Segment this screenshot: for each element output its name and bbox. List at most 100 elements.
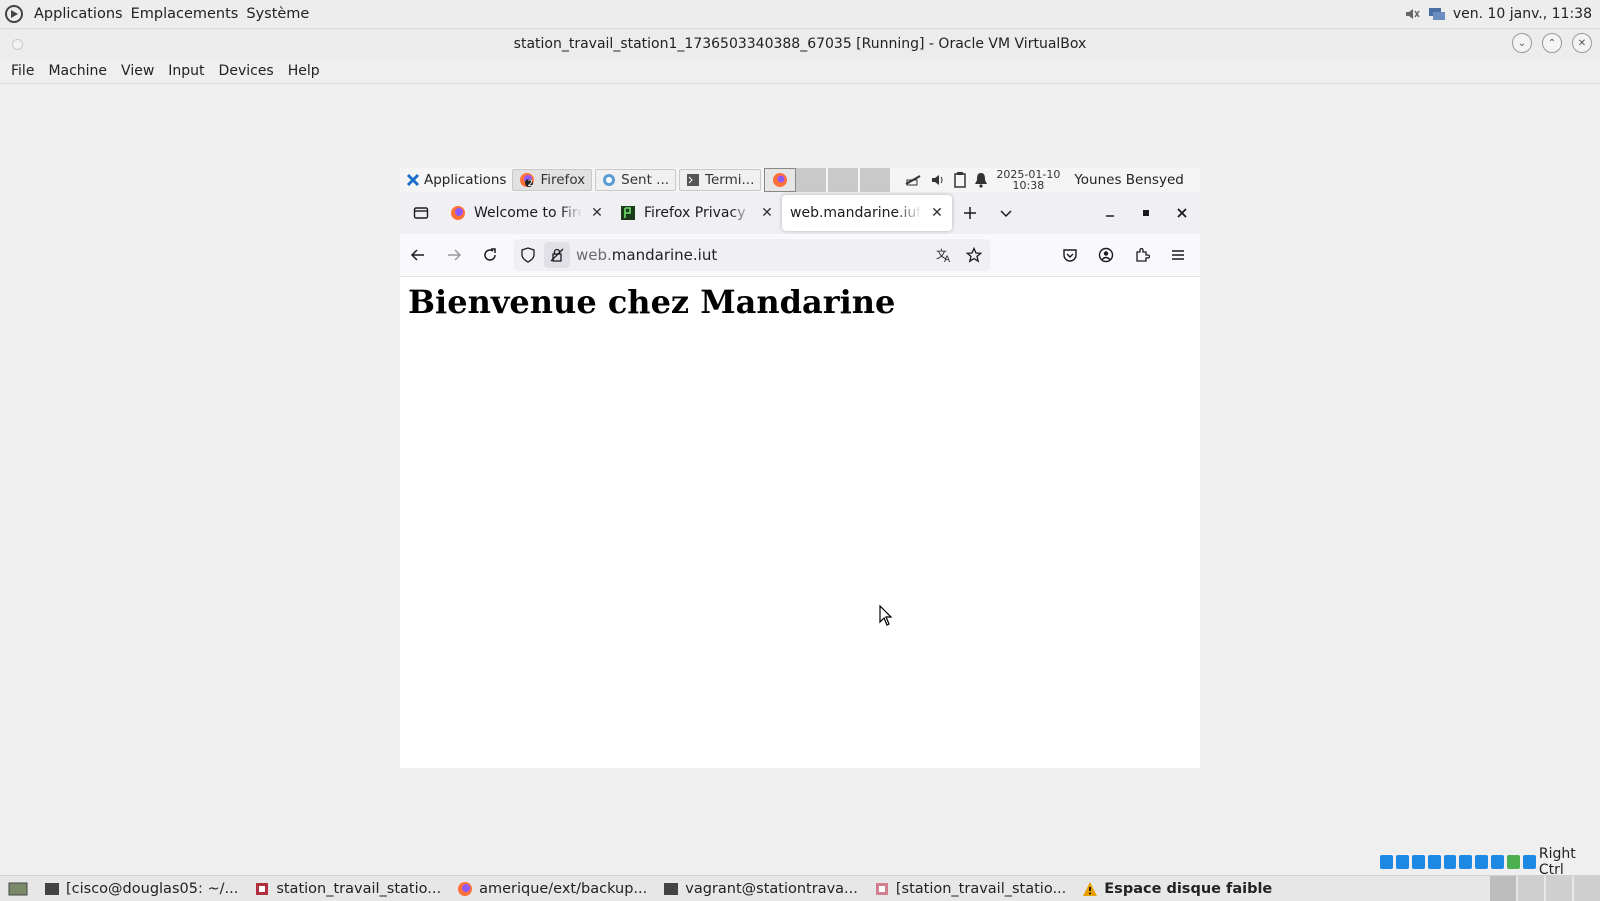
network-disconnected-icon[interactable] bbox=[904, 172, 922, 188]
vbox-menu-input[interactable]: Input bbox=[161, 63, 211, 79]
bookmark-star-icon[interactable] bbox=[966, 247, 982, 263]
host-task-vbox-2[interactable]: [station_travail_statio... bbox=[866, 876, 1074, 901]
vbox-menu-file[interactable]: File bbox=[4, 63, 41, 79]
forward-button[interactable] bbox=[436, 239, 472, 271]
tab-privacy[interactable]: Firefox Privacy Notice ✕ bbox=[612, 195, 782, 231]
vbox-menu-machine[interactable]: Machine bbox=[41, 63, 114, 79]
firefox-view-icon bbox=[413, 207, 429, 219]
host-key-label[interactable]: Right Ctrl bbox=[1539, 846, 1600, 878]
show-desktop-button[interactable] bbox=[0, 876, 36, 901]
mouse-integration-icon[interactable] bbox=[1523, 855, 1536, 869]
close-window-button[interactable] bbox=[1164, 197, 1200, 229]
forward-arrow-icon bbox=[448, 249, 462, 261]
host-workspace-2[interactable] bbox=[1516, 876, 1544, 901]
host-task-terminal[interactable]: [cisco@douglas05: ~/... bbox=[36, 876, 246, 901]
tab-mandarine[interactable]: web.mandarine.iut/ ✕ bbox=[782, 195, 952, 231]
new-tab-button[interactable] bbox=[952, 197, 988, 229]
host-task-vbox-label: station_travail_statio... bbox=[276, 880, 442, 897]
host-workspace-4[interactable] bbox=[1572, 876, 1600, 901]
vm-user-name[interactable]: Younes Bensyed bbox=[1074, 172, 1183, 188]
virtualbox-icon bbox=[256, 882, 269, 895]
host-task-low-disk[interactable]: Espace disque faible bbox=[1074, 876, 1280, 901]
network-adapter-icon[interactable] bbox=[1427, 855, 1441, 869]
shared-folders-icon[interactable] bbox=[1459, 855, 1473, 869]
host-menu-system[interactable]: Système bbox=[242, 6, 313, 22]
extensions-button[interactable] bbox=[1124, 239, 1160, 271]
close-tab-icon[interactable]: ✕ bbox=[590, 205, 604, 221]
display-icon[interactable] bbox=[1475, 855, 1489, 869]
usb-icon[interactable] bbox=[1443, 855, 1457, 869]
workspace-2[interactable] bbox=[796, 168, 829, 192]
page-heading: Bienvenue chez Mandarine bbox=[408, 283, 896, 321]
close-icon[interactable]: ✕ bbox=[1572, 33, 1592, 53]
vm-panel-tray: 2025-01-10 10:38 Younes Bensyed bbox=[904, 169, 1184, 191]
translate-icon[interactable]: 文A bbox=[936, 247, 952, 263]
back-button[interactable] bbox=[400, 239, 436, 271]
maximize-button[interactable] bbox=[1128, 197, 1164, 229]
vm-task-firefox[interactable]: 2 Firefox bbox=[512, 169, 593, 191]
cpu-activity-icon[interactable] bbox=[1507, 855, 1521, 869]
vbox-menu-view[interactable]: View bbox=[114, 63, 161, 79]
audio-icon[interactable] bbox=[1411, 855, 1425, 869]
tracking-protection-shield-icon[interactable] bbox=[520, 247, 536, 263]
vm-task-sent-label: Sent ... bbox=[621, 172, 670, 188]
vbox-menu-devices[interactable]: Devices bbox=[212, 63, 281, 79]
vbox-menubar: File Machine View Input Devices Help bbox=[0, 59, 1600, 84]
account-button[interactable] bbox=[1088, 239, 1124, 271]
vm-screen[interactable]: Applications 2 Firefox Sent ... Termi... bbox=[400, 168, 1200, 768]
vm-task-terminal-label: Termi... bbox=[705, 172, 755, 188]
host-menu-applications[interactable]: Applications bbox=[30, 6, 127, 22]
minimize-icon bbox=[1106, 215, 1114, 217]
insecure-connection-button[interactable] bbox=[544, 242, 570, 268]
host-workspace-1[interactable] bbox=[1488, 876, 1516, 901]
terminal-icon bbox=[664, 882, 679, 895]
warning-icon bbox=[1083, 881, 1098, 896]
firefox-view-button[interactable] bbox=[400, 197, 442, 229]
tab-mandarine-label: web.mandarine.iut/ bbox=[790, 205, 922, 221]
minimize-button[interactable] bbox=[1092, 197, 1128, 229]
firefox-favicon-icon bbox=[451, 206, 465, 220]
vm-task-terminal[interactable]: Termi... bbox=[679, 169, 762, 191]
clipboard-icon[interactable] bbox=[954, 172, 967, 188]
privacy-notice-favicon-icon bbox=[621, 206, 635, 220]
maximize-chevron-icon[interactable]: ⌃ bbox=[1542, 33, 1562, 53]
host-task-vagrant[interactable]: vagrant@stationtrava... bbox=[655, 876, 866, 901]
desktop-logo-icon[interactable] bbox=[4, 4, 24, 24]
hard-disk-icon[interactable] bbox=[1380, 855, 1393, 869]
vm-applications-menu[interactable]: Applications bbox=[400, 168, 512, 192]
close-tab-icon[interactable]: ✕ bbox=[760, 205, 774, 221]
vbox-menu-help[interactable]: Help bbox=[281, 63, 327, 79]
close-tab-icon[interactable]: ✕ bbox=[930, 205, 944, 221]
terminal-icon bbox=[45, 882, 59, 895]
optical-drive-icon[interactable] bbox=[1395, 855, 1409, 869]
vbox-window-titlebar: station_travail_station1_1736503340388_6… bbox=[0, 29, 1600, 59]
host-clock[interactable]: ven. 10 janv., 11:38 bbox=[1453, 6, 1592, 22]
volume-icon[interactable] bbox=[930, 172, 946, 188]
window-menu-dot-icon[interactable] bbox=[12, 39, 23, 50]
host-task-vbox[interactable]: station_travail_statio... bbox=[246, 876, 449, 901]
host-task-firefox[interactable]: amerique/ext/backup... bbox=[449, 876, 655, 901]
close-icon bbox=[1177, 208, 1187, 218]
terminal-icon bbox=[687, 174, 700, 186]
workspace-4[interactable] bbox=[860, 168, 893, 192]
pocket-button[interactable] bbox=[1052, 239, 1088, 271]
volume-muted-icon[interactable] bbox=[1403, 5, 1421, 23]
vm-clock[interactable]: 2025-01-10 10:38 bbox=[996, 169, 1060, 191]
workspace-1[interactable] bbox=[764, 168, 797, 192]
list-all-tabs-button[interactable] bbox=[988, 197, 1024, 229]
notification-bell-icon[interactable] bbox=[974, 172, 988, 188]
vbox-window-title: station_travail_station1_1736503340388_6… bbox=[513, 36, 1087, 52]
url-bar[interactable]: web. mandarine.iut 文A bbox=[514, 239, 990, 271]
vm-task-sent[interactable]: Sent ... bbox=[595, 169, 677, 191]
window-controls: ⌄ ⌃ ✕ bbox=[1512, 33, 1592, 53]
reload-button[interactable] bbox=[472, 239, 508, 271]
app-menu-button[interactable] bbox=[1160, 239, 1196, 271]
host-workspace-switcher bbox=[1488, 876, 1600, 901]
host-menu-places[interactable]: Emplacements bbox=[127, 6, 243, 22]
network-icon[interactable] bbox=[1427, 5, 1447, 23]
host-workspace-3[interactable] bbox=[1544, 876, 1572, 901]
tab-welcome[interactable]: Welcome to Firefox ✕ bbox=[442, 195, 612, 231]
recording-icon[interactable] bbox=[1491, 855, 1505, 869]
workspace-3[interactable] bbox=[828, 168, 861, 192]
minimize-chevron-icon[interactable]: ⌄ bbox=[1512, 33, 1532, 53]
